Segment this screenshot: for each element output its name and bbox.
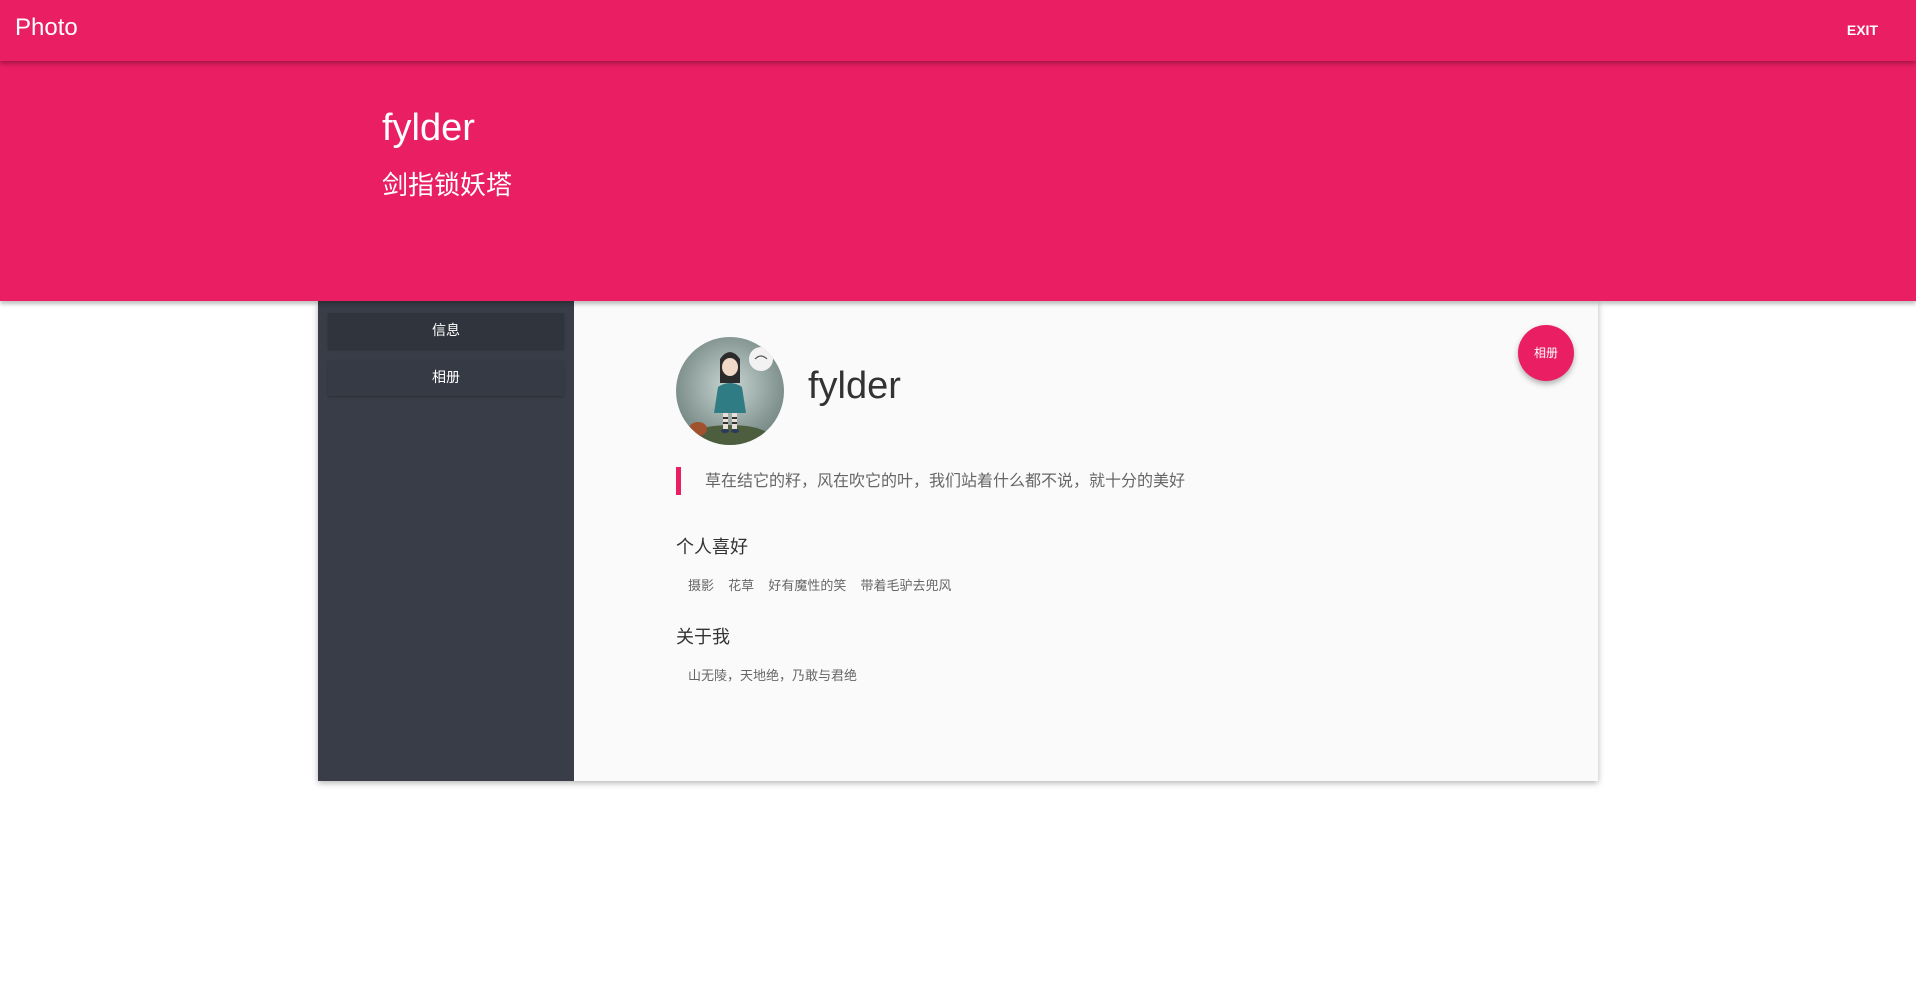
album-fab-button[interactable]: 相册 xyxy=(1518,325,1574,381)
profile-quote: 草在结它的籽，风在吹它的叶，我们站着什么都不说，就十分的美好 xyxy=(676,467,1185,495)
hobby-tag: 好有魔性的笑 xyxy=(768,579,847,594)
avatar xyxy=(676,337,784,445)
sidebar-item-album[interactable]: 相册 xyxy=(328,360,564,396)
avatar-girl-illustration-icon xyxy=(676,337,784,445)
hobbies-list: 摄影 花草 好有魔性的笑 带着毛驴去兜风 xyxy=(688,575,961,594)
hobby-tag: 花草 xyxy=(728,579,755,594)
hobby-tag: 带着毛驴去兜风 xyxy=(860,579,952,594)
sidebar-item-info[interactable]: 信息 xyxy=(328,313,564,349)
about-text: 山无陵，天地绝，乃敢与君绝 xyxy=(688,669,858,684)
about-title: 关于我 xyxy=(676,627,730,648)
header-user-subtitle: 剑指锁妖塔 xyxy=(382,171,513,201)
sidebar: 信息 相册 xyxy=(318,301,574,781)
hobbies-title: 个人喜好 xyxy=(676,537,748,558)
app-bar: Photo EXIT xyxy=(0,0,1916,61)
profile-card: 信息 相册 fylder 相册 草在结它的籽，风在吹它的叶，我们站着什么都不说，… xyxy=(318,301,1598,781)
app-title: Photo xyxy=(15,14,78,41)
profile-content: fylder 相册 草在结它的籽，风在吹它的叶，我们站着什么都不说，就十分的美好… xyxy=(574,301,1598,781)
hobby-tag: 摄影 xyxy=(688,579,715,594)
exit-button[interactable]: EXIT xyxy=(1835,16,1890,44)
profile-header: fylder 剑指锁妖塔 xyxy=(0,61,1916,301)
profile-name: fylder xyxy=(808,365,901,407)
header-user-name: fylder xyxy=(382,107,475,149)
